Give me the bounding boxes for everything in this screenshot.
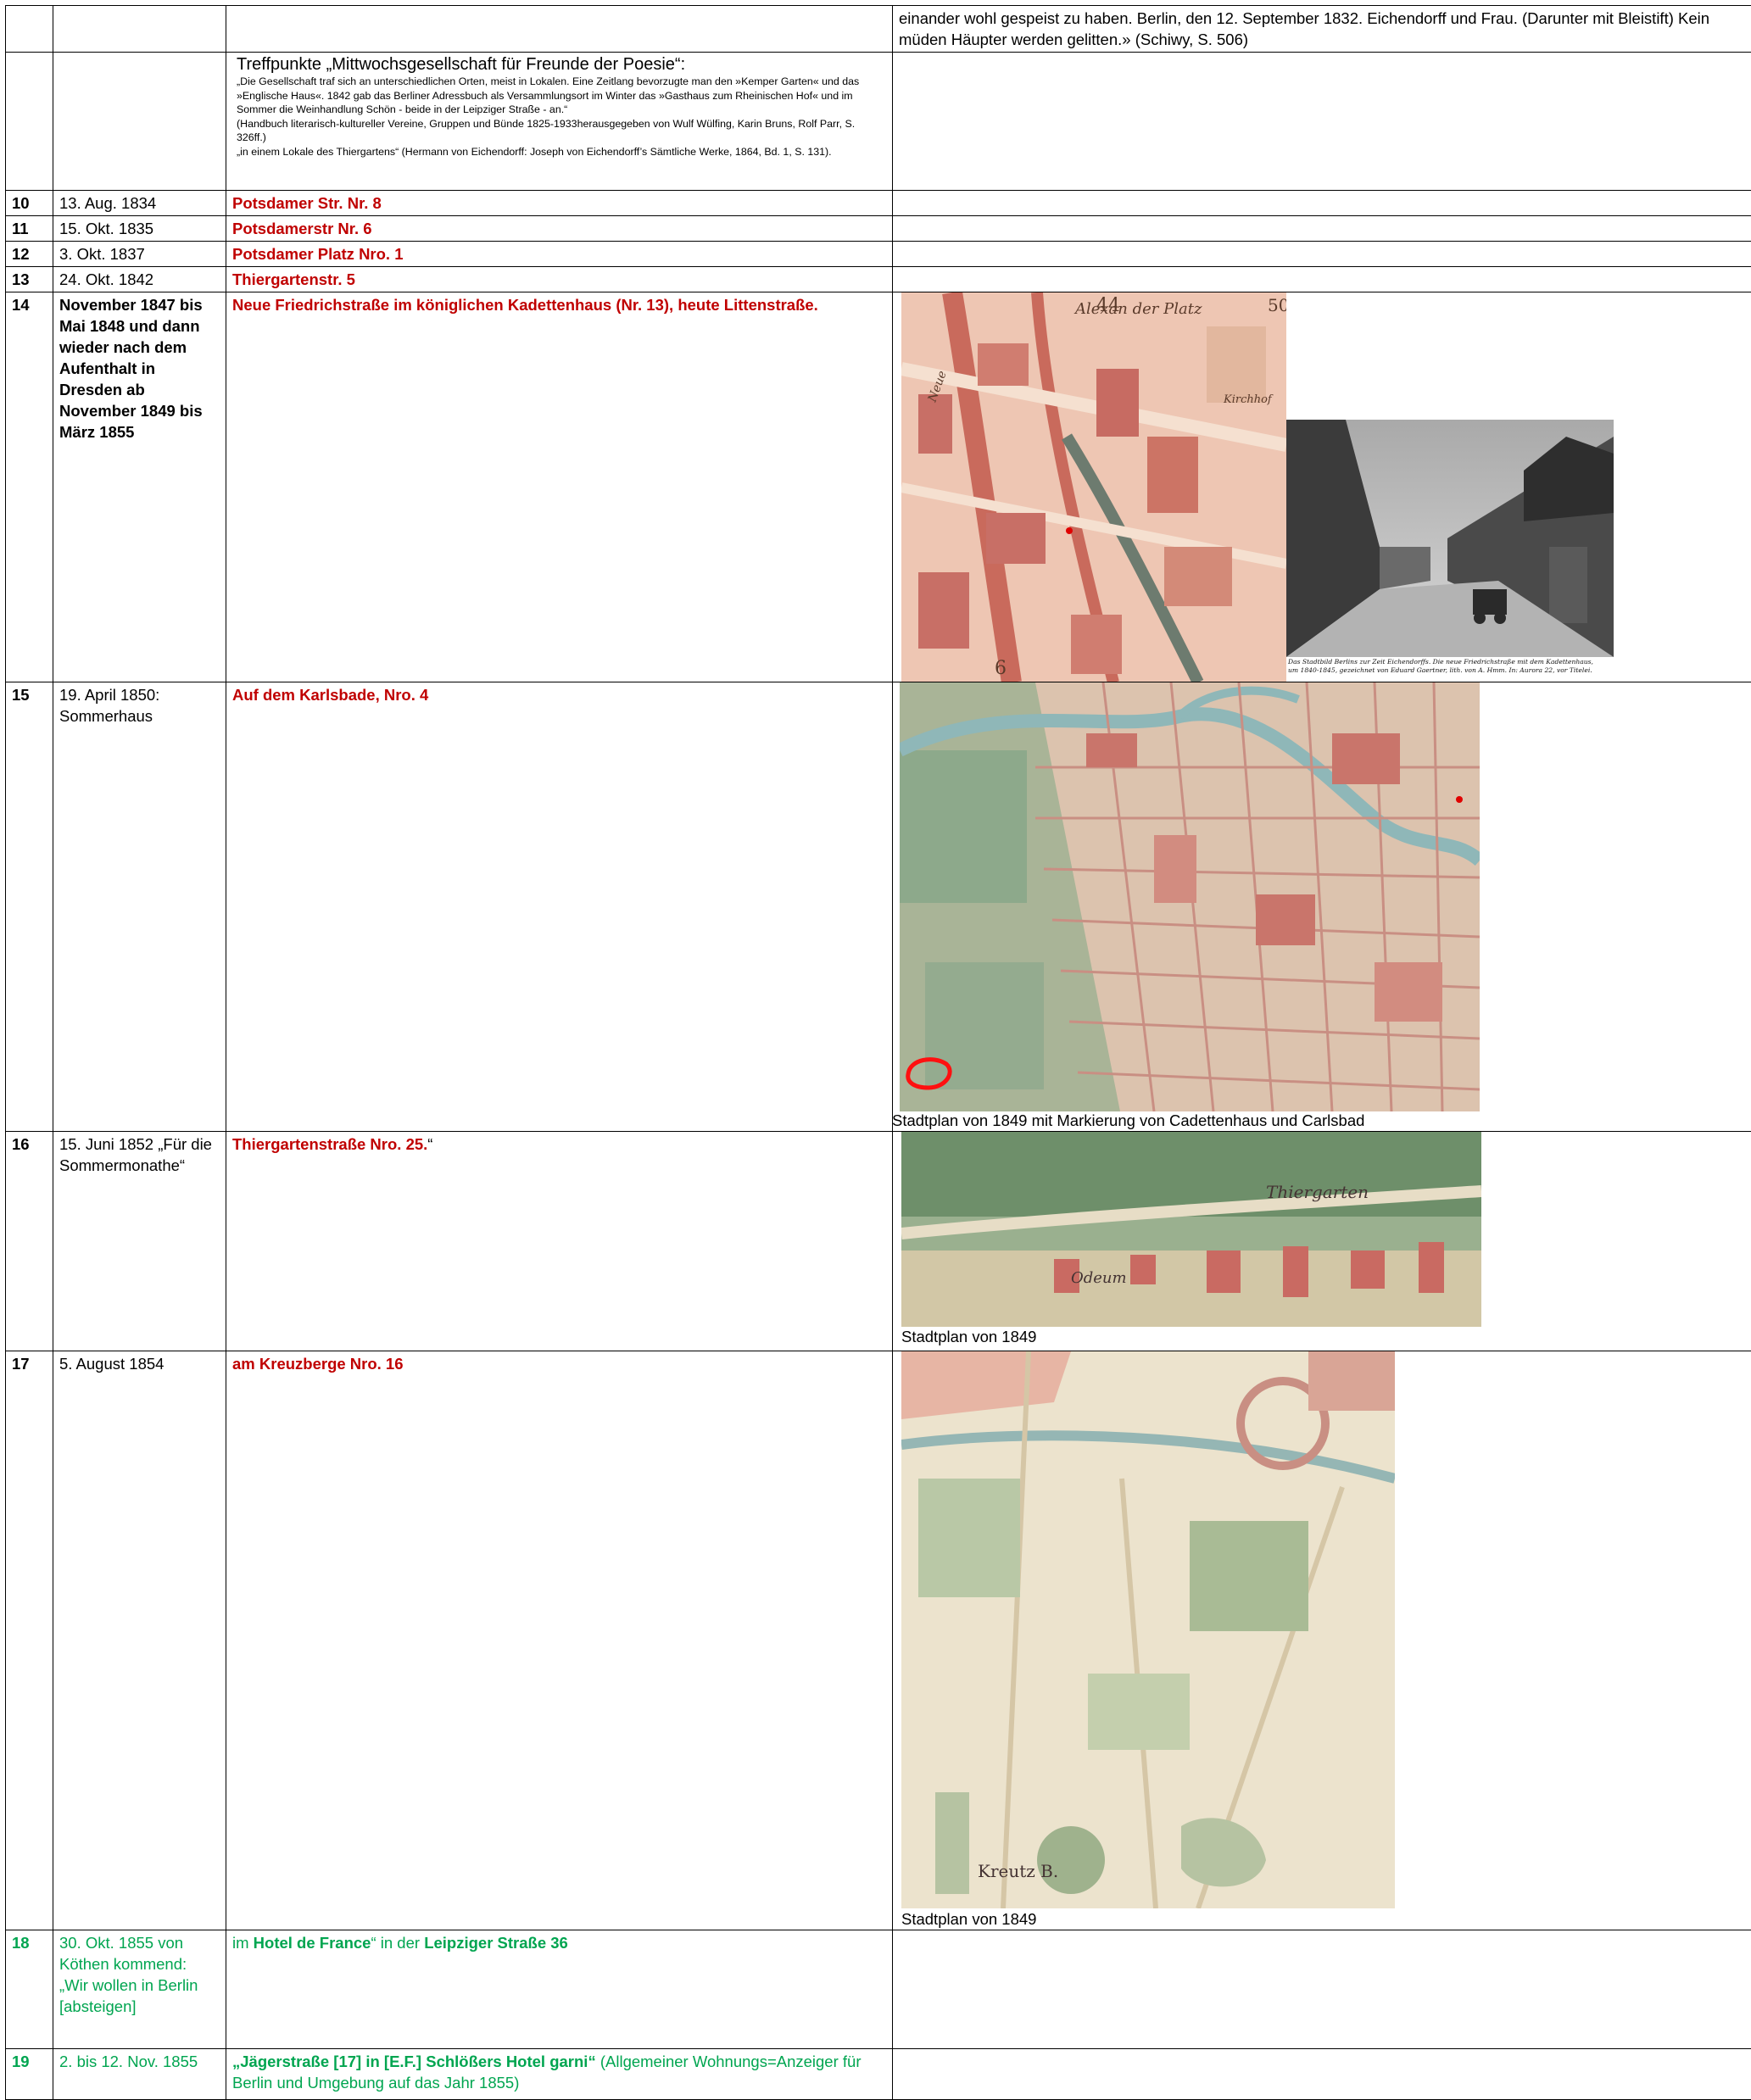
row-address: Neue Friedrichstraße im königlichen Kade…	[226, 292, 893, 682]
map-image-berlin-1849	[900, 682, 1480, 1111]
row-number: 16	[6, 1132, 53, 1351]
row-number: 19	[6, 2049, 53, 2100]
table-row-19: 19 2. bis 12. Nov. 1855 „Jägerstraße [17…	[6, 2049, 1751, 2100]
cell-address: Treffpunkte „Mittwochsgesellschaft für F…	[226, 53, 893, 191]
row-date: 2. bis 12. Nov. 1855	[53, 2049, 226, 2100]
cell-images: Thiergarten Odeum Stadtplan von 1849	[893, 1132, 1751, 1351]
table-row-18: 18 30. Okt. 1855 von Köthen kommend: „Wi…	[6, 1930, 1751, 2049]
photo-caption: Das Stadtbild Berlins zur Zeit Eichendor…	[1288, 658, 1614, 675]
table-row-treffpunkte: Treffpunkte „Mittwochsgesellschaft für F…	[6, 53, 1751, 191]
map-image-kadettenhaus: Alexan der Platz 44 50 6 Neue Kirchhof	[901, 292, 1286, 682]
map-label-thiergarten: Thiergarten	[1266, 1182, 1369, 1202]
map-label-kirchhof: Kirchhof	[1223, 393, 1274, 406]
map-label-6: 6	[995, 658, 1007, 679]
cell-address	[226, 6, 893, 53]
photo-caption-line1: Das Stadtbild Berlins zur Zeit Eichendor…	[1288, 658, 1614, 666]
map-label-alexanderplatz: Alexan der Platz	[1073, 300, 1202, 318]
row-number: 17	[6, 1351, 53, 1930]
row-date: 15. Juni 1852 „Für die Sommermonathe“	[53, 1132, 226, 1351]
map-label-kreutz: Kreutz B.	[978, 1861, 1058, 1881]
cell-notes	[893, 191, 1751, 216]
row-date: 24. Okt. 1842	[53, 267, 226, 292]
table-row-16: 16 15. Juni 1852 „Für die Sommermonathe“…	[6, 1132, 1751, 1351]
cell-notes	[893, 1930, 1751, 2049]
residence-table: einander wohl gespeist zu haben. Berlin,…	[5, 5, 1751, 2100]
map-label-44: 44	[1096, 295, 1120, 316]
table-row-continuation: einander wohl gespeist zu haben. Berlin,…	[6, 6, 1751, 53]
map-image-kreuzberg: Kreutz B.	[901, 1351, 1395, 1908]
row-address-hotel: Hotel de France	[254, 1934, 371, 1952]
row-number: 18	[6, 1930, 53, 2049]
row-address: Potsdamer Platz Nro. 1	[226, 242, 893, 267]
cell-notes	[893, 242, 1751, 267]
cell-images: Stadtplan von 1849 mit Markierung von Ca…	[893, 682, 1751, 1132]
row-address: Thiergartenstr. 5	[226, 267, 893, 292]
row-address-bold: „Jägerstraße [17] in [E.F.] Schlößers Ho…	[232, 2053, 596, 2070]
cell-date	[53, 53, 226, 191]
treffpunkte-quote2: „in einem Lokale des Thiergartens“ (Herm…	[237, 145, 886, 159]
treffpunkte-quote1: „Die Gesellschaft traf sich an unterschi…	[237, 75, 886, 117]
row-address: Potsdamerstr Nr. 6	[226, 216, 893, 242]
row-date: 15. Okt. 1835	[53, 216, 226, 242]
treffpunkte-heading: Treffpunkte „Mittwochsgesellschaft für F…	[237, 54, 886, 75]
row-number: 13	[6, 267, 53, 292]
table-row-13: 13 24. Okt. 1842 Thiergartenstr. 5	[6, 267, 1751, 292]
row-address-mid: “ in der	[371, 1934, 424, 1952]
row-address-text: Thiergartenstraße Nro. 25.	[232, 1135, 427, 1153]
row-date: November 1847 bis Mai 1848 und dann wied…	[53, 292, 226, 682]
cell-num	[6, 6, 53, 53]
cell-num	[6, 53, 53, 191]
row-address: am Kreuzberge Nro. 16	[226, 1351, 893, 1930]
row-date: 30. Okt. 1855 von Köthen kommend: „Wir w…	[53, 1930, 226, 2049]
row-address: Potsdamer Str. Nr. 8	[226, 191, 893, 216]
table-row-15: 15 19. April 1850: Sommerhaus Auf dem Ka…	[6, 682, 1751, 1132]
row-date: 13. Aug. 1834	[53, 191, 226, 216]
table-row-11: 11 15. Okt. 1835 Potsdamerstr Nr. 6	[6, 216, 1751, 242]
row-address-tail: “	[427, 1135, 432, 1153]
table-row-17: 17 5. August 1854 am Kreuzberge Nro. 16	[6, 1351, 1751, 1930]
map-caption: Stadtplan von 1849	[901, 1327, 1036, 1347]
map-image-thiergarten: Thiergarten Odeum	[901, 1132, 1481, 1327]
map-label-50: 50	[1268, 295, 1286, 315]
table-row-14: 14 November 1847 bis Mai 1848 und dann w…	[6, 292, 1751, 682]
continuation-text-line1: einander wohl gespeist zu haben. Berlin,…	[899, 8, 1746, 29]
row-address-pre: im	[232, 1934, 254, 1952]
map-label-odeum: Odeum	[1071, 1269, 1127, 1287]
row-number: 14	[6, 292, 53, 682]
row-number: 10	[6, 191, 53, 216]
row-address-street: Leipziger Straße 36	[424, 1934, 568, 1952]
row-address: im Hotel de France“ in der Leipziger Str…	[226, 1930, 893, 2049]
row-address: „Jägerstraße [17] in [E.F.] Schlößers Ho…	[226, 2049, 893, 2100]
cell-images: Kreutz B. Stadtplan von 1849	[893, 1351, 1751, 1930]
row-number: 11	[6, 216, 53, 242]
row-number: 15	[6, 682, 53, 1132]
photo-neue-friedrichstrasse: Das Stadtbild Berlins zur Zeit Eichendor…	[1286, 420, 1614, 682]
cell-notes	[893, 267, 1751, 292]
row-date: 5. August 1854	[53, 1351, 226, 1930]
row-number: 12	[6, 242, 53, 267]
row-date: 19. April 1850: Sommerhaus	[53, 682, 226, 1132]
treffpunkte-source1: (Handbuch literarisch-kultureller Verein…	[237, 117, 886, 145]
table-row-10: 10 13. Aug. 1834 Potsdamer Str. Nr. 8	[6, 191, 1751, 216]
row-address: Auf dem Karlsbade, Nro. 4	[226, 682, 893, 1132]
continuation-text-line2: müden Häupter werden gelitten.» (Schiwy,…	[899, 29, 1746, 50]
cell-notes	[893, 216, 1751, 242]
cell-notes: einander wohl gespeist zu haben. Berlin,…	[893, 6, 1751, 53]
row-date: 3. Okt. 1837	[53, 242, 226, 267]
row-address: Thiergartenstraße Nro. 25.“	[226, 1132, 893, 1351]
map-caption: Stadtplan von 1849 mit Markierung von Ca…	[893, 1111, 1365, 1131]
map-caption: Stadtplan von 1849	[901, 1909, 1036, 1930]
table-row-12: 12 3. Okt. 1837 Potsdamer Platz Nro. 1	[6, 242, 1751, 267]
cell-date	[53, 6, 226, 53]
photo-caption-line2: um 1840-1845, gezeichnet von Eduard Gaer…	[1288, 666, 1614, 675]
cell-notes	[893, 53, 1751, 191]
cell-notes	[893, 2049, 1751, 2100]
cell-images: Alexan der Platz 44 50 6 Neue Kirchhof	[893, 292, 1751, 682]
